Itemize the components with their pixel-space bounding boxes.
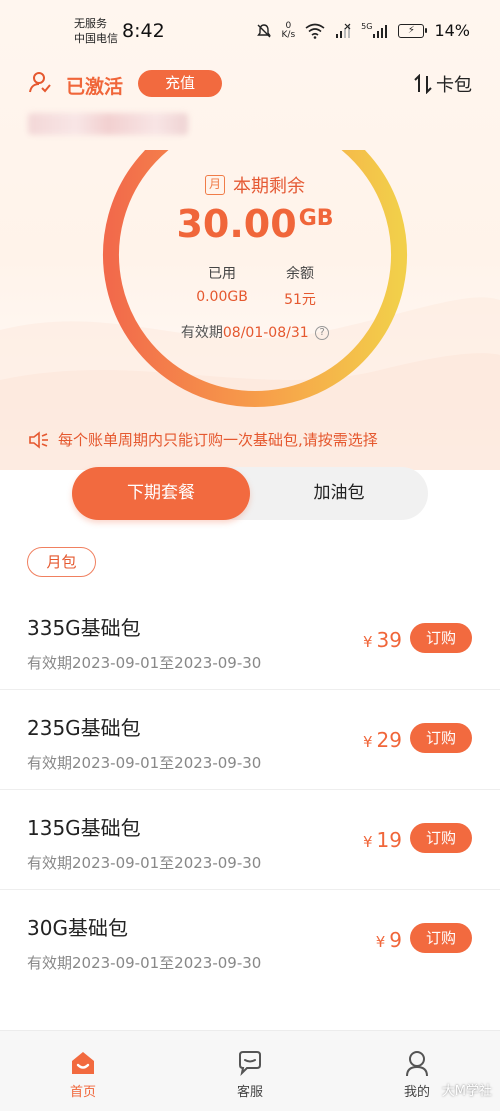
notice-text: 每个账单周期内只能订购一次基础包,请按需选择 xyxy=(58,431,378,449)
profile-icon xyxy=(406,1051,428,1077)
status-icons: 0 K/s 5G ⚡ 14% xyxy=(256,21,470,40)
package-tabs: 下期套餐 加油包 xyxy=(72,467,428,520)
chat-bubble-icon xyxy=(239,1051,261,1077)
package-name: 235G基础包 xyxy=(27,716,141,740)
package-price: ¥29 xyxy=(363,728,402,752)
no-signal-icon xyxy=(336,23,351,38)
carrier-info: 无服务 中国电信 xyxy=(74,16,118,46)
nav-service-label: 客服 xyxy=(236,1085,263,1100)
validity-label: 有效期 xyxy=(180,325,223,341)
package-validity: 有效期2023-09-01至2023-09-30 xyxy=(27,754,262,772)
validity-period: 有效期08/01-08/31 ? xyxy=(95,322,415,342)
status-bar: 无服务 中国电信 8:42 0 K/s 5G ⚡ 14% xyxy=(0,0,500,62)
remaining-amount: 30.00GB xyxy=(95,202,415,246)
help-icon[interactable]: ? xyxy=(315,326,330,340)
package-price: ¥39 xyxy=(363,628,402,652)
speaker-icon xyxy=(29,430,48,449)
package-row: 235G基础包 有效期2023-09-01至2023-09-30 ¥29 订购 xyxy=(0,690,500,790)
watermark: 大M学社 xyxy=(441,1084,492,1099)
mute-bell-icon xyxy=(256,23,271,37)
balance-value: 51元 xyxy=(284,292,316,308)
yen-sign: ¥ xyxy=(375,933,386,951)
swap-icon xyxy=(414,74,432,94)
home-icon xyxy=(72,1052,94,1074)
remaining-unit: GB xyxy=(298,206,334,231)
used-value: 0.00GB xyxy=(196,289,248,305)
package-row: 135G基础包 有效期2023-09-01至2023-09-30 ¥19 订购 xyxy=(0,790,500,890)
carrier-name: 中国电信 xyxy=(74,32,118,45)
period-header: 月 本期剩余 xyxy=(95,172,415,198)
order-button[interactable]: 订购 xyxy=(410,723,472,753)
validity-dates: 08/01-08/31 xyxy=(222,325,309,341)
bottom-nav: 首页 客服 我的 xyxy=(0,1030,500,1111)
network-speed: 0 K/s xyxy=(281,21,296,40)
order-button[interactable]: 订购 xyxy=(410,823,472,853)
remaining-number: 30.00 xyxy=(176,202,297,246)
package-row: 335G基础包 有效期2023-09-01至2023-09-30 ¥39 订购 xyxy=(0,590,500,690)
package-name: 335G基础包 xyxy=(27,616,141,640)
nav-service[interactable]: 客服 xyxy=(200,1031,300,1111)
order-button[interactable]: 订购 xyxy=(410,623,472,653)
balance-label: 余额 xyxy=(286,266,314,282)
network-type: 5G xyxy=(361,21,373,31)
category-chip[interactable]: 月包 xyxy=(27,547,96,577)
remaining-title: 本期剩余 xyxy=(233,176,305,197)
package-price: ¥9 xyxy=(376,928,402,952)
cardpack-label: 卡包 xyxy=(436,75,472,96)
nav-mine[interactable]: 我的 xyxy=(367,1031,467,1111)
activation-status: 已激活 xyxy=(66,76,124,98)
package-row: 30G基础包 有效期2023-09-01至2023-09-30 ¥9 订购 xyxy=(0,890,500,990)
signal-icon xyxy=(373,24,388,38)
price-value: 9 xyxy=(389,928,402,952)
battery-charging-icon: ⚡ xyxy=(398,23,428,38)
nav-home-label: 首页 xyxy=(69,1085,96,1100)
yen-sign: ¥ xyxy=(363,733,373,751)
speed-unit: K/s xyxy=(281,29,296,40)
phone-number-masked xyxy=(28,113,188,135)
order-button[interactable]: 订购 xyxy=(410,923,472,953)
used-stat: 已用 0.00GB xyxy=(187,263,257,305)
package-price: ¥19 xyxy=(363,828,402,852)
carrier-status: 无服务 xyxy=(74,17,107,30)
cardpack-button[interactable]: 卡包 xyxy=(414,71,472,97)
yen-sign: ¥ xyxy=(363,633,373,651)
notice-bar: 每个账单周期内只能订购一次基础包,请按需选择 xyxy=(28,429,378,450)
used-label: 已用 xyxy=(208,266,236,282)
battery-percent: 14% xyxy=(434,21,470,40)
account-header: 已激活 充值 卡包 xyxy=(0,62,500,106)
price-value: 19 xyxy=(376,828,402,852)
tab-top-up[interactable]: 加油包 xyxy=(250,467,428,520)
cellular-group: 5G xyxy=(361,21,388,39)
nav-home[interactable]: 首页 xyxy=(33,1031,133,1111)
price-value: 29 xyxy=(376,728,402,752)
package-validity: 有效期2023-09-01至2023-09-30 xyxy=(27,854,262,872)
wifi-icon xyxy=(305,23,325,39)
recharge-button[interactable]: 充值 xyxy=(138,70,222,97)
yen-sign: ¥ xyxy=(363,833,373,851)
user-icon[interactable] xyxy=(28,70,52,94)
package-validity: 有效期2023-09-01至2023-09-30 xyxy=(27,654,262,672)
package-name: 135G基础包 xyxy=(27,816,141,840)
tab-next-period[interactable]: 下期套餐 xyxy=(72,467,250,520)
calendar-month-icon: 月 xyxy=(205,175,225,195)
clock: 8:42 xyxy=(122,20,165,42)
price-value: 39 xyxy=(376,628,402,652)
balance-stat: 余额 51元 xyxy=(265,263,335,309)
package-name: 30G基础包 xyxy=(27,916,128,940)
package-validity: 有效期2023-09-01至2023-09-30 xyxy=(27,954,262,972)
quota-gauge: 月 本期剩余 30.00GB 已用 0.00GB 余额 51元 有效期08/01… xyxy=(95,150,415,410)
